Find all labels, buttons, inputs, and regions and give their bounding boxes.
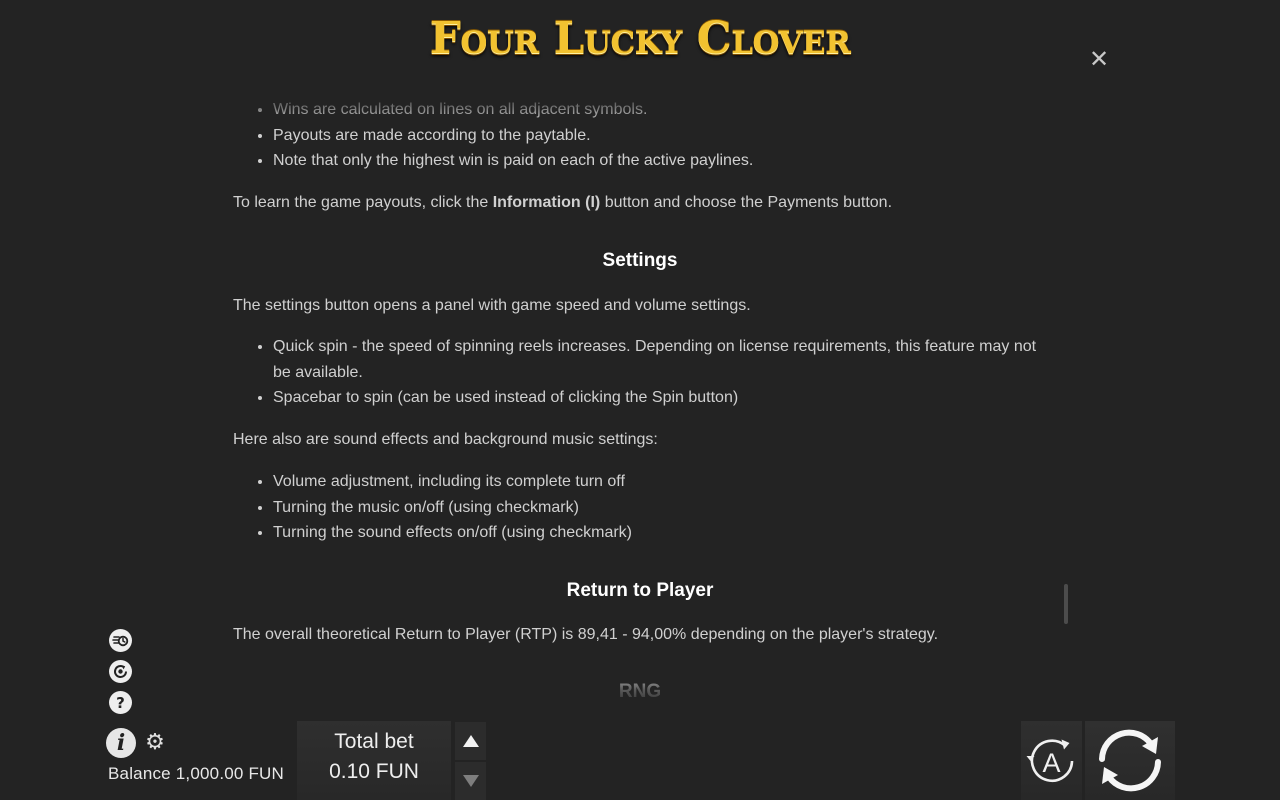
help-icon: ? (116, 693, 125, 712)
total-bet-panel[interactable]: Total bet 0.10 FUN (297, 721, 451, 800)
rng-heading: RNG (618, 680, 662, 702)
list-item: Spacebar to spin (can be used instead of… (273, 385, 1047, 411)
payouts-text-post: button and choose the Payments button. (600, 193, 893, 211)
info-button[interactable]: i (106, 728, 136, 758)
game-rules-screen: Four Lucky Clover ✕ Wins are calculated … (0, 0, 1280, 800)
list-item: Note that only the highest win is paid o… (273, 148, 1047, 174)
settings-button[interactable]: ⚙ (143, 731, 167, 755)
arrow-up-icon (462, 735, 479, 747)
arrow-down-icon (462, 775, 479, 787)
balance-display: Balance 1,000.00 FUN (108, 764, 284, 784)
sound-list: Volume adjustment, including its complet… (233, 469, 1047, 546)
settings-intro: The settings button opens a panel with g… (233, 296, 751, 314)
payouts-text-bold: Information (I) (492, 193, 601, 211)
gear-icon: ⚙ (145, 730, 165, 755)
bet-decrease-button[interactable] (455, 762, 486, 800)
rules-scroll-area[interactable]: Wins are calculated on lines on all adja… (233, 96, 1047, 708)
rtp-heading: Return to Player (566, 579, 714, 601)
history-button[interactable] (109, 660, 132, 683)
list-item: Turning the music on/off (using checkmar… (273, 495, 1047, 521)
info-icon: i (116, 730, 126, 756)
balance-label: Balance (108, 764, 171, 783)
fast-play-button[interactable] (109, 629, 132, 652)
total-bet-label: Total bet (334, 730, 414, 753)
fast-play-icon (112, 635, 129, 647)
payouts-paragraph: To learn the game payouts, click the Inf… (233, 190, 1047, 216)
spin-button[interactable] (1085, 721, 1175, 800)
list-item: Payouts are made according to the paytab… (273, 123, 1047, 149)
scrollbar-thumb[interactable] (1064, 584, 1068, 624)
balance-value: 1,000.00 FUN (175, 764, 285, 783)
help-button[interactable]: ? (109, 691, 132, 714)
history-icon (114, 665, 127, 678)
list-item: Quick spin - the speed of spinning reels… (273, 334, 1047, 385)
autoplay-icon: A (1026, 739, 1074, 782)
total-bet-value: 0.10 FUN (329, 760, 419, 783)
list-item: Wins are calculated on lines on all adja… (273, 97, 1047, 123)
payouts-text-pre: To learn the game payouts, click the (233, 193, 493, 211)
sound-intro: Here also are sound effects and backgrou… (233, 430, 658, 448)
rtp-text: The overall theoretical Return to Player… (233, 626, 939, 643)
settings-list: Quick spin - the speed of spinning reels… (233, 334, 1047, 411)
spin-icon (1099, 729, 1161, 792)
list-item: Volume adjustment, including its complet… (273, 469, 1047, 495)
close-button[interactable]: ✕ (1088, 45, 1110, 73)
wins-list: Wins are calculated on lines on all adja… (233, 97, 1047, 174)
autoplay-button[interactable]: A (1021, 721, 1082, 800)
list-item: Turning the sound effects on/off (using … (273, 520, 1047, 546)
autoplay-label: A (1042, 748, 1060, 778)
close-icon: ✕ (1088, 45, 1110, 73)
rules-content: Wins are calculated on lines on all adja… (233, 97, 1047, 704)
settings-heading: Settings (602, 250, 678, 271)
bet-increase-button[interactable] (455, 722, 486, 760)
